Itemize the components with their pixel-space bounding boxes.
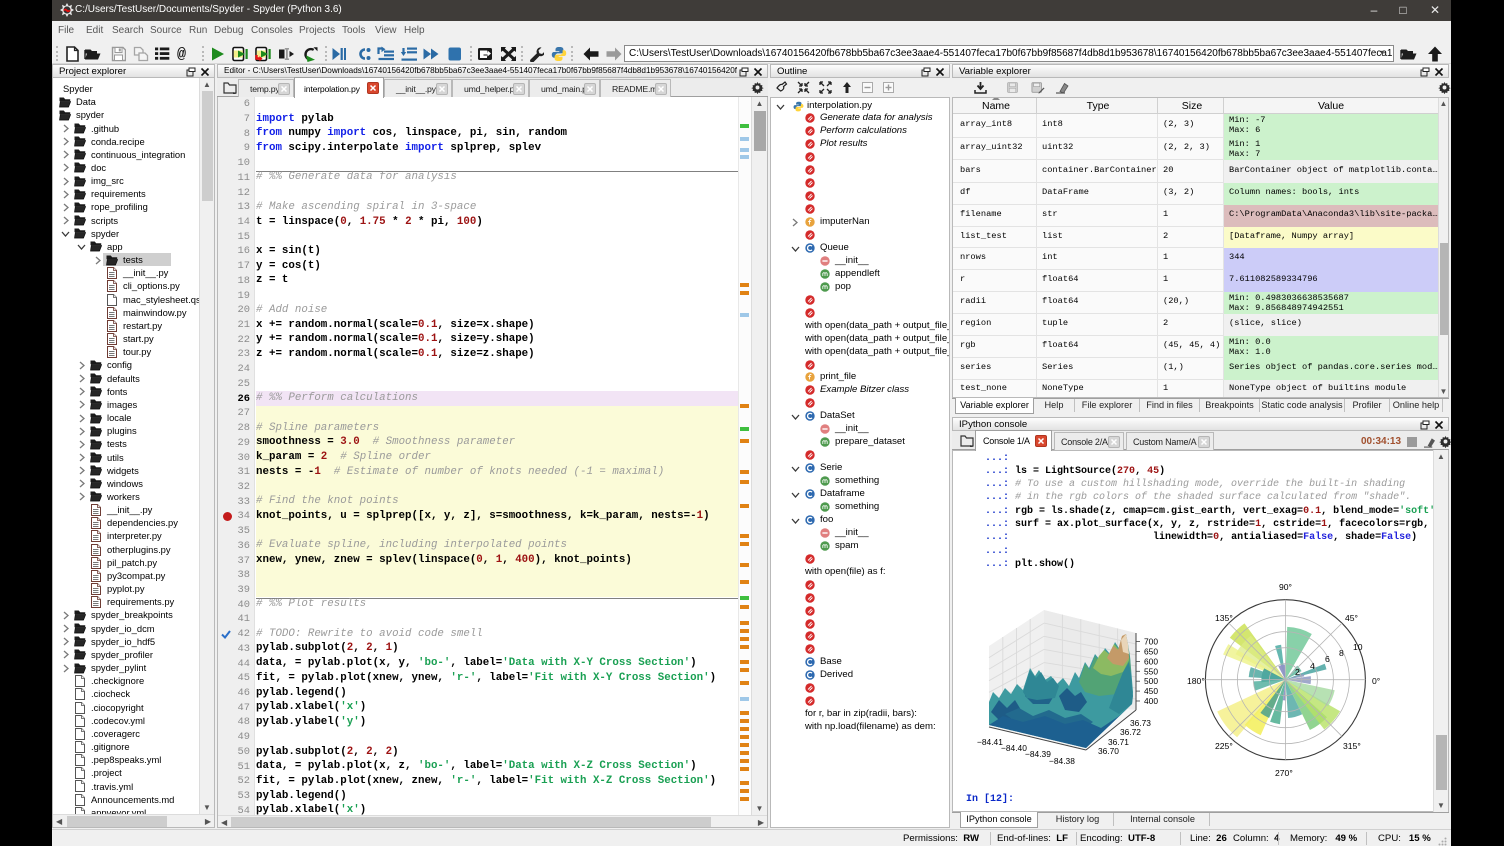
svg-text:450: 450	[1144, 686, 1158, 696]
svg-text:550: 550	[1144, 666, 1158, 676]
svg-text:400: 400	[1144, 696, 1158, 706]
svg-text:700: 700	[1144, 637, 1158, 647]
svg-text:2: 2	[1295, 667, 1300, 677]
svg-text:4: 4	[1310, 661, 1315, 671]
svg-text:0°: 0°	[1372, 676, 1380, 686]
svg-text:45°: 45°	[1345, 613, 1358, 623]
svg-text:8: 8	[1339, 648, 1344, 658]
svg-text:600: 600	[1144, 656, 1158, 666]
svg-text:−84.40: −84.40	[1001, 743, 1027, 753]
svg-text:10: 10	[1353, 642, 1363, 652]
svg-text:90°: 90°	[1279, 582, 1292, 592]
svg-text:36.72: 36.72	[1120, 727, 1141, 737]
svg-text:180°: 180°	[1187, 676, 1205, 686]
svg-text:−84.41: −84.41	[977, 737, 1003, 747]
svg-text:135°: 135°	[1215, 613, 1233, 623]
svg-text:−84.38: −84.38	[1049, 756, 1075, 766]
svg-text:315°: 315°	[1343, 741, 1361, 751]
svg-text:36.70: 36.70	[1098, 746, 1119, 756]
svg-text:6: 6	[1325, 654, 1330, 664]
svg-text:−84.39: −84.39	[1025, 749, 1051, 759]
svg-text:500: 500	[1144, 676, 1158, 686]
svg-text:650: 650	[1144, 647, 1158, 657]
svg-text:270°: 270°	[1275, 768, 1293, 778]
svg-text:225°: 225°	[1215, 741, 1233, 751]
